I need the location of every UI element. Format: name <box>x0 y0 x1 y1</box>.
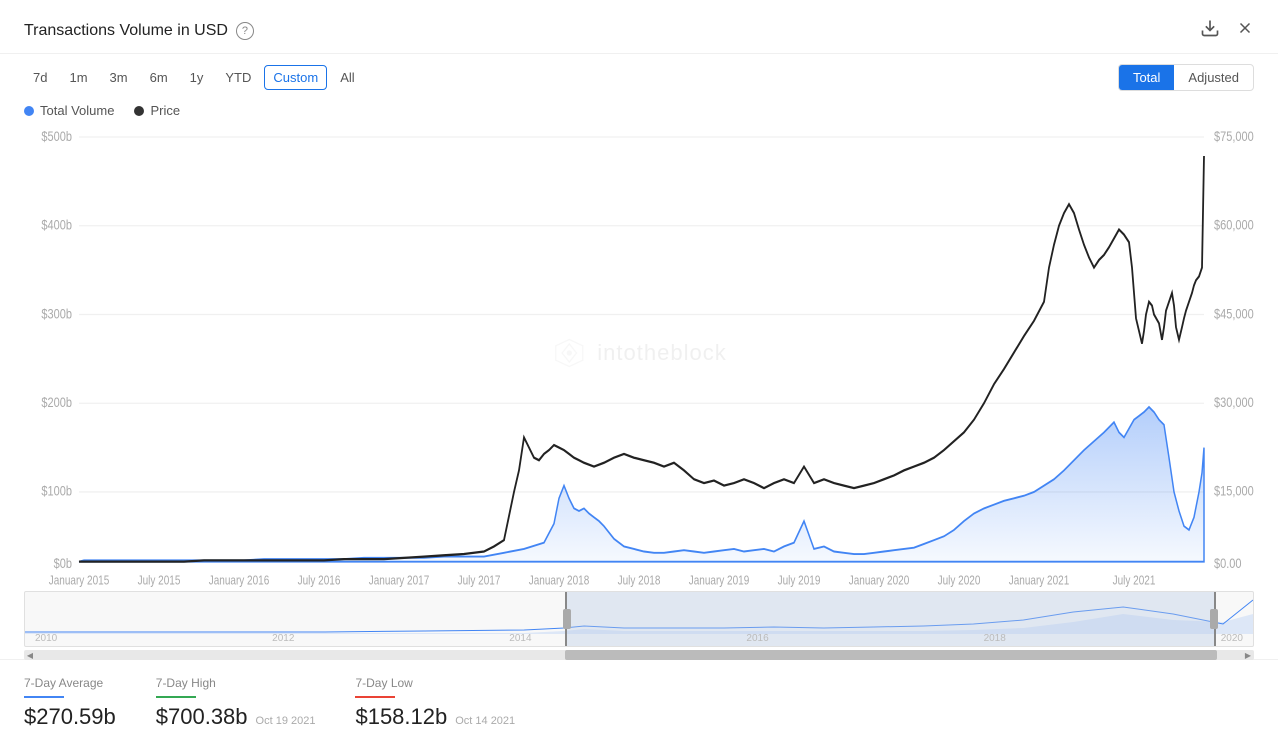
legend-dot-price <box>134 106 144 116</box>
scroll-right-arrow[interactable]: ▶ <box>1242 650 1254 660</box>
download-icon[interactable] <box>1200 18 1220 43</box>
stat-7day-avg: 7-Day Average $270.59b <box>24 676 116 730</box>
legend-label-price: Price <box>150 103 180 118</box>
svg-text:$30,000.00: $30,000.00 <box>1214 395 1254 411</box>
nav-label-2018: 2018 <box>984 633 1006 644</box>
chart-title: Transactions Volume in USD <box>24 22 228 40</box>
scroll-left-arrow[interactable]: ◀ <box>24 650 36 660</box>
navigator-handle-left[interactable] <box>563 609 571 629</box>
help-icon[interactable]: ? <box>236 22 254 40</box>
legend-price: Price <box>134 103 180 118</box>
svg-text:$100b: $100b <box>41 484 72 500</box>
svg-text:January 2015: January 2015 <box>49 574 110 587</box>
nav-label-2016: 2016 <box>746 633 768 644</box>
stat-high-line <box>156 696 196 698</box>
close-icon[interactable] <box>1236 19 1254 42</box>
stat-low-value: $158.12b <box>355 704 447 730</box>
navigator-handle-right[interactable] <box>1210 609 1218 629</box>
stat-avg-line <box>24 696 64 698</box>
btn-6m[interactable]: 6m <box>141 65 177 90</box>
svg-text:January 2021: January 2021 <box>1009 574 1070 587</box>
svg-text:January 2016: January 2016 <box>209 574 270 587</box>
svg-text:July 2018: July 2018 <box>618 574 661 587</box>
stat-avg-label: 7-Day Average <box>24 676 116 690</box>
legend-dot-volume <box>24 106 34 116</box>
svg-text:July 2019: July 2019 <box>778 574 821 587</box>
stat-high-date: Oct 19 2021 <box>256 715 316 727</box>
nav-label-2010: 2010 <box>35 633 57 644</box>
btn-all[interactable]: All <box>331 65 363 90</box>
stat-low-label: 7-Day Low <box>355 676 515 690</box>
svg-text:$500b: $500b <box>41 129 72 145</box>
svg-text:January 2020: January 2020 <box>849 574 910 587</box>
stat-7day-low: 7-Day Low $158.12b Oct 14 2021 <box>355 676 515 730</box>
stat-high-label: 7-Day High <box>156 676 316 690</box>
svg-text:January 2018: January 2018 <box>529 574 590 587</box>
svg-text:$0.00: $0.00 <box>1214 556 1242 572</box>
stats-section: 7-Day Average $270.59b 7-Day High $700.3… <box>0 659 1278 740</box>
svg-text:$300b: $300b <box>41 306 72 322</box>
stat-low-line <box>355 696 395 698</box>
svg-text:$15,000.00: $15,000.00 <box>1214 484 1254 500</box>
svg-text:January 2017: January 2017 <box>369 574 430 587</box>
navigator-scroll-thumb[interactable] <box>565 650 1217 660</box>
svg-text:July 2020: July 2020 <box>938 574 981 587</box>
svg-text:$60,000.00: $60,000.00 <box>1214 217 1254 233</box>
svg-text:$0b: $0b <box>54 556 72 572</box>
chart-area: intotheblock $500b $400b $300b $200b $10… <box>0 118 1278 587</box>
svg-text:$400b: $400b <box>41 217 72 233</box>
btn-7d[interactable]: 7d <box>24 65 56 90</box>
btn-ytd[interactable]: YTD <box>216 65 260 90</box>
navigator-scrollbar[interactable]: ◀ ▶ <box>24 650 1254 660</box>
btn-custom[interactable]: Custom <box>264 65 327 90</box>
stat-7day-high: 7-Day High $700.38b Oct 19 2021 <box>156 676 316 730</box>
nav-label-2020: 2020 <box>1221 633 1243 644</box>
legend-total-volume: Total Volume <box>24 103 114 118</box>
svg-text:January 2019: January 2019 <box>689 574 750 587</box>
svg-text:July 2015: July 2015 <box>138 574 181 587</box>
svg-text:$75,000.00: $75,000.00 <box>1214 129 1254 145</box>
time-filter-group: 7d 1m 3m 6m 1y YTD Custom All <box>24 65 364 90</box>
btn-3m[interactable]: 3m <box>101 65 137 90</box>
chart-navigator[interactable]: 2010 2012 2014 2016 2018 2020 ◀ ▶ <box>0 587 1278 659</box>
btn-1m[interactable]: 1m <box>60 65 96 90</box>
chart-legend: Total Volume Price <box>0 97 1278 118</box>
nav-label-2012: 2012 <box>272 633 294 644</box>
stat-high-value: $700.38b <box>156 704 248 730</box>
svg-text:$200b: $200b <box>41 395 72 411</box>
svg-text:July 2021: July 2021 <box>1113 574 1156 587</box>
stat-low-date: Oct 14 2021 <box>455 715 515 727</box>
view-toggle: Total Adjusted <box>1118 64 1254 91</box>
svg-text:$45,000.00: $45,000.00 <box>1214 306 1254 322</box>
svg-text:July 2017: July 2017 <box>458 574 501 587</box>
svg-text:July 2016: July 2016 <box>298 574 341 587</box>
nav-label-2014: 2014 <box>509 633 531 644</box>
toggle-total[interactable]: Total <box>1119 65 1174 90</box>
btn-1y[interactable]: 1y <box>181 65 213 90</box>
main-chart-svg: $500b $400b $300b $200b $100b $0b $75,00… <box>24 118 1254 587</box>
legend-label-volume: Total Volume <box>40 103 114 118</box>
toggle-adjusted[interactable]: Adjusted <box>1174 65 1253 90</box>
stat-avg-value: $270.59b <box>24 704 116 730</box>
